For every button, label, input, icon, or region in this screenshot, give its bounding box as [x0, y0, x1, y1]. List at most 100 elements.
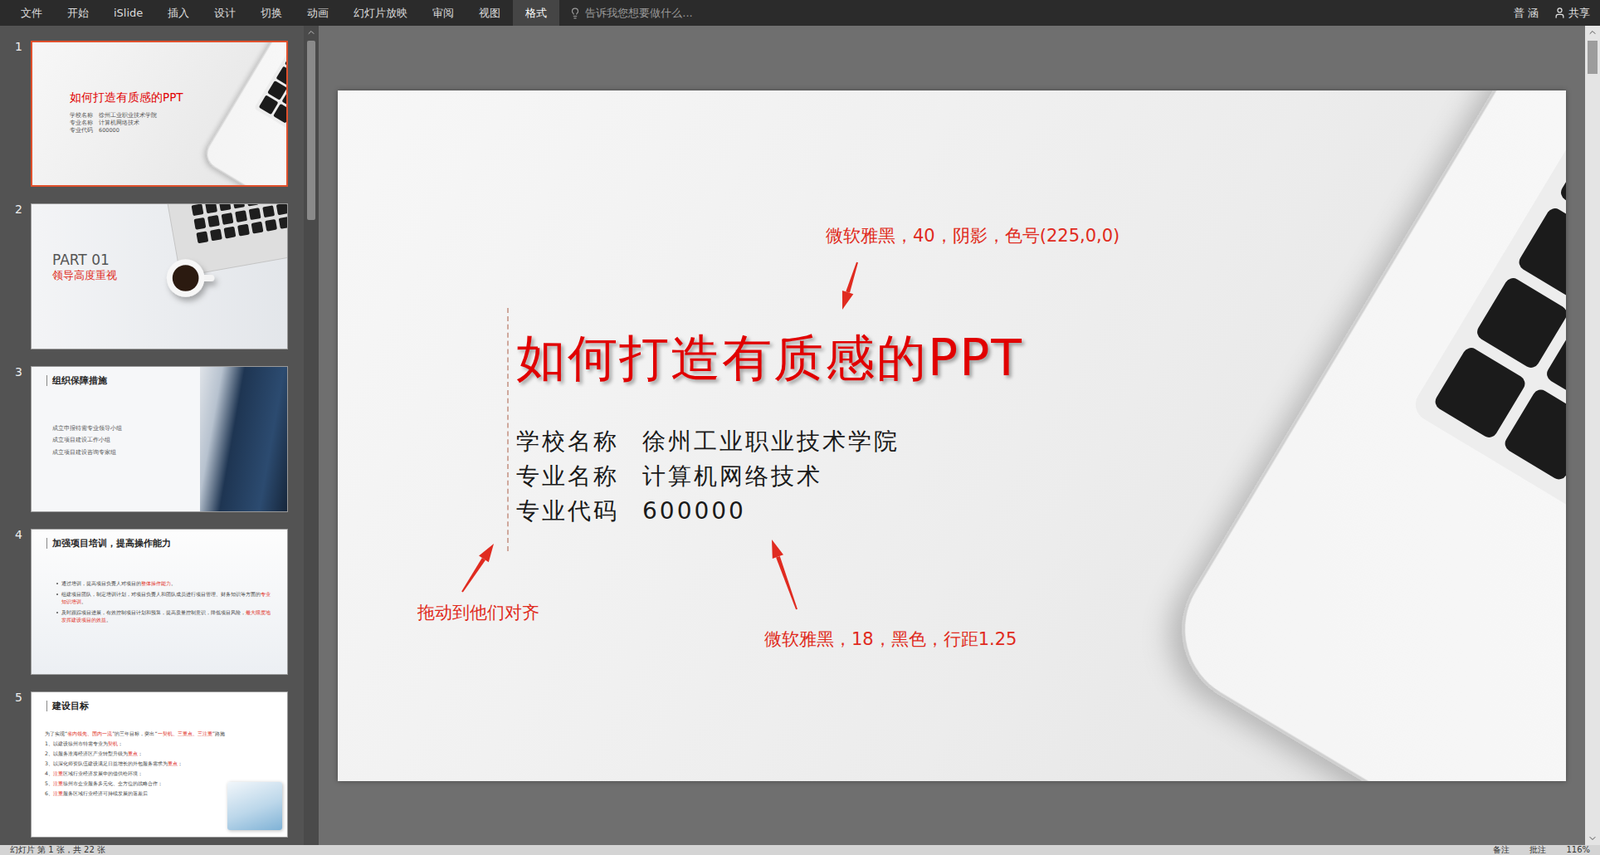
menu-tab[interactable]: 文件 — [8, 0, 55, 26]
lightbulb-icon — [569, 7, 581, 20]
text-run: 4、 — [44, 770, 54, 776]
thumb-lines: 学校名称 徐州工业职业技术学院专业名称 计算机网络技术专业代码 600000 — [69, 112, 184, 135]
thumbnail-number: 1 — [0, 40, 31, 53]
menu-tab[interactable]: 审阅 — [419, 0, 467, 26]
text-run: 注重 — [53, 790, 64, 796]
thumb-line: 学校名称 徐州工业职业技术学院 — [69, 112, 184, 119]
thumb-item: 3、以深化师资队伍建设满足日益增长的外包服务需求为重点； — [44, 758, 225, 769]
thumb-bullet: 及时跟踪项目进展，有效控制项目计划和预算，提高质量控制意识，降低项目风险，最大限… — [56, 608, 271, 625]
thumb-lines: 成立申报特需专业领导小组成立项目建设工作小组成立项目建设咨询专家组 — [52, 424, 122, 456]
zoom-level[interactable]: 116% — [1565, 844, 1591, 855]
text-run: 1、以建设徐州市特需专业为 — [44, 740, 108, 747]
scroll-up-icon[interactable] — [1587, 27, 1598, 38]
thumb-title: PART 01 — [52, 250, 118, 269]
alignment-guide — [507, 307, 509, 552]
menu-tab[interactable]: 动画 — [294, 0, 342, 26]
thumb-item: 2、以服务淮海经济区产业转型升级为重点； — [44, 748, 225, 759]
text-run: 。 — [106, 616, 112, 623]
slide-thumbnail[interactable]: PART 01领导高度重视 — [30, 203, 288, 350]
text-run: ”的三年目标，突出“ — [112, 730, 157, 737]
text-run: 重点 — [127, 750, 138, 757]
bullet-dot-icon — [56, 593, 59, 596]
info-block[interactable]: 学校名称徐州工业职业技术学院专业名称计算机网络技术专业代码600000 — [516, 424, 900, 529]
pointer-arrow-icon — [461, 543, 494, 593]
scroll-thumb[interactable] — [1587, 40, 1598, 74]
pointer-arrow-icon — [842, 261, 859, 309]
thumb-item: 6、注重服务区域行业经济可持续发展的落差后 — [44, 788, 225, 799]
scroll-up-icon[interactable] — [306, 27, 317, 38]
annotation-arrows — [337, 90, 1566, 781]
user-name[interactable]: 普 涵 — [1513, 5, 1539, 21]
text-run: 5、 — [44, 780, 54, 786]
slide-scrollbar[interactable] — [1585, 25, 1600, 845]
tell-me-search[interactable]: 告诉我您想要做什么... — [569, 0, 693, 26]
slide-thumbnail[interactable]: 建设目标为了实现“省内领先、国内一流”的三年目标，突出“一契机、三重点、三注重”… — [30, 691, 288, 838]
thumbnail-row: 3组织保障措施成立申报特需专业领导小组成立项目建设工作小组成立项目建设咨询专家组 — [0, 365, 304, 513]
powerpoint-window: 文件开始iSlide插入设计切换动画幻灯片放映审阅视图格式告诉我您想要做什么..… — [0, 0, 1600, 855]
slide-thumbnail[interactable]: 加强项目培训，提高操作能力通过培训，提高项目负责人对项目的整体操作能力。组建项目… — [30, 528, 288, 675]
annotation-text: 拖动到他们对齐 — [417, 601, 540, 625]
menu-tab[interactable]: 设计 — [201, 0, 249, 26]
text-run: 一契机、三重点、三注重 — [157, 730, 213, 737]
bullet-dot-icon — [56, 611, 59, 614]
pointer-arrow-icon — [771, 539, 798, 610]
notes-button[interactable]: 备注 — [1492, 844, 1510, 855]
menu-bar: 文件开始iSlide插入设计切换动画幻灯片放映审阅视图格式告诉我您想要做什么..… — [0, 0, 1600, 26]
thumb-title: 组织保障措施 — [46, 375, 108, 386]
thumbnail-number: 5 — [0, 691, 31, 703]
text-run: 及时跟踪项目进展，有效控制项目计划和预算，提高质量控制意识，降低项目风险， — [61, 609, 246, 615]
text-run: 重点 — [167, 760, 178, 766]
text-run: 区域行业经济发展中的借供给环境； — [63, 770, 143, 776]
thumb-bullets: 通过培训，提高项目负责人对项目的整体操作能力。组建项目团队，制定培训计划，对项目… — [56, 579, 271, 625]
thumb-title: 建设目标 — [46, 700, 89, 712]
share-button[interactable]: 共享 — [1553, 5, 1591, 21]
thumb-title: 如何打造有质感的PPT — [69, 90, 184, 106]
text-run: ； — [117, 740, 123, 747]
slide-thumbnail[interactable]: 组织保障措施成立申报特需专业领导小组成立项目建设工作小组成立项目建设咨询专家组 — [30, 365, 288, 513]
slide: 如何打造有质感的PPT 学校名称徐州工业职业技术学院专业名称计算机网络技术专业代码… — [337, 90, 1566, 781]
thumb-title-block: PART 01领导高度重视 — [52, 250, 118, 283]
annotation-text: 微软雅黑，40，阴影，色号(225,0,0) — [825, 224, 1120, 248]
thumb-line: 专业名称 计算机网络技术 — [69, 119, 184, 127]
info-value: 徐州工业职业技术学院 — [642, 424, 900, 459]
thumbnail-row: 4加强项目培训，提高操作能力通过培训，提高项目负责人对项目的整体操作能力。组建项… — [0, 528, 304, 675]
thumbnail-row: 5建设目标为了实现“省内领先、国内一流”的三年目标，突出“一契机、三重点、三注重… — [0, 691, 304, 838]
menu-tab[interactable]: 插入 — [155, 0, 202, 26]
info-value: 计算机网络技术 — [642, 458, 900, 494]
text-run: 6、 — [44, 790, 54, 796]
scroll-down-icon[interactable] — [1587, 833, 1598, 844]
slide-title[interactable]: 如何打造有质感的PPT — [516, 327, 1024, 388]
menu-tab[interactable]: 幻灯片放映 — [341, 0, 420, 26]
thumb-text: 为了实现“省内领先、国内一流”的三年目标，突出“一契机、三重点、三注重”路施1、… — [44, 728, 225, 799]
text-run: 契机 — [107, 740, 118, 747]
menu-tab[interactable]: 开始 — [54, 0, 102, 26]
scroll-thumb[interactable] — [307, 40, 316, 220]
text-run: 。 — [81, 598, 87, 605]
account-area: 普 涵共享 — [1513, 0, 1600, 26]
thumb-line: 成立项目建设咨询专家组 — [52, 448, 122, 456]
thumb-line: 成立申报特需专业领导小组 — [52, 424, 122, 432]
slide-thumbnail[interactable]: 如何打造有质感的PPT 学校名称 徐州工业职业技术学院专业名称 计算机网络技术专业… — [30, 40, 288, 187]
person-icon — [1553, 6, 1566, 20]
text-run: 3、以深化师资队伍建设满足日益增长的外包服务需求为 — [44, 760, 168, 766]
text-run: ； — [177, 760, 183, 766]
thumb-photo — [200, 366, 288, 512]
workspace: 1如何打造有质感的PPT学校名称 徐州工业职业技术学院专业名称 计算机网络技术专… — [0, 25, 1600, 845]
menu-tab[interactable]: 切换 — [248, 0, 295, 26]
text-run: 整体操作能力 — [141, 580, 171, 586]
text-run: 服务区域行业经济可持续发展的落差后 — [63, 790, 148, 796]
thumb-title-block: 如何打造有质感的PPT 学校名称 徐州工业职业技术学院专业名称 计算机网络技术专业… — [69, 90, 184, 135]
thumb-item: 1、以建设徐州市特需专业为契机； — [44, 738, 225, 749]
thumb-item: 4、注重区域行业经济发展中的借供给环境； — [44, 768, 225, 779]
menu-tab[interactable]: 视图 — [466, 0, 513, 26]
info-label: 专业名称 — [516, 458, 620, 494]
thumbnail-scrollbar[interactable] — [303, 25, 319, 845]
text-run: 注重 — [53, 780, 64, 786]
comments-button[interactable]: 批注 — [1529, 844, 1547, 855]
menu-tab[interactable]: 格式 — [512, 0, 560, 26]
thumb-intro: 为了实现“省内领先、国内一流”的三年目标，突出“一契机、三重点、三注重”路施 — [44, 728, 225, 739]
slide-counter: 幻灯片 第 1 张，共 22 张 — [9, 844, 106, 855]
thumbnail-number: 2 — [0, 203, 31, 215]
thumbnail-number: 4 — [0, 528, 31, 541]
menu-tab[interactable]: iSlide — [101, 0, 156, 26]
